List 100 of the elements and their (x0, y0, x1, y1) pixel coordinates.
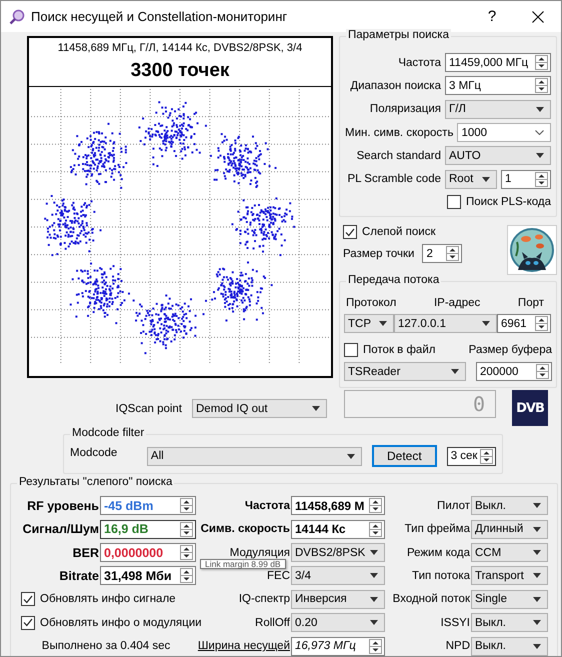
checkmark-icon (23, 618, 33, 628)
dropdown[interactable]: AUTO (445, 146, 551, 166)
spin-field[interactable]: 6961 (497, 314, 551, 334)
column-label: Порт (518, 297, 544, 310)
dropdown[interactable]: Выкл. (471, 496, 548, 516)
spin-field[interactable]: 16,973 МГц (291, 636, 385, 656)
spinner-arrows-icon (369, 522, 382, 537)
spinner-arrows-icon (180, 568, 193, 584)
checkbox[interactable]: Обновлять инфо сигнале (21, 592, 176, 606)
checkmark-icon (23, 594, 33, 604)
dropdown[interactable]: 3/4 (291, 566, 385, 586)
field-label: Тип потока (412, 570, 470, 582)
caret-icon (533, 620, 541, 626)
window-title: Поиск несущей и Constellation-мониторинг (31, 9, 288, 24)
caret-icon (536, 106, 544, 112)
caret-icon (451, 369, 459, 374)
field-label: Входной поток (392, 593, 470, 606)
dropdown[interactable]: TSReader (344, 362, 466, 382)
spinner-arrows-icon (536, 364, 549, 380)
dropdown[interactable]: Single (471, 590, 548, 609)
caret-icon (347, 454, 355, 459)
dropdown[interactable]: TCP (344, 314, 394, 334)
dropdown[interactable]: Инверсия (291, 590, 385, 609)
field-label: Размер буфера (468, 344, 552, 356)
spin-field[interactable]: 16,9 dB (100, 520, 196, 539)
dropdown[interactable]: Root (445, 170, 497, 189)
caret-icon (533, 644, 541, 649)
spin-field[interactable]: 31,498 Мби (100, 566, 196, 586)
dropdown[interactable]: Выкл. (471, 613, 548, 632)
column-label: Протокол (346, 297, 396, 310)
spin-field[interactable]: 200000 (476, 362, 552, 382)
caret-icon (533, 526, 541, 532)
checkbox[interactable]: Слепой поиск (343, 225, 462, 240)
caret-icon (533, 550, 541, 556)
field-label: Search standard (356, 150, 441, 162)
group-title: Передача потока (346, 274, 442, 286)
spin-field[interactable]: 14144 Кс (291, 520, 385, 539)
field-label: Сигнал/Шум (22, 522, 99, 536)
help-button[interactable]: ? (469, 1, 515, 32)
field-label: Мин. симв. скорость (345, 126, 454, 139)
field-label: ISSYI (440, 616, 470, 629)
caret-icon (370, 550, 378, 556)
spinner-arrows-icon (535, 316, 548, 332)
group-title: Результаты "слепого" поиска (17, 476, 174, 488)
checkbox[interactable]: Поток в файл (344, 343, 436, 358)
column-label: IP-адрес (434, 297, 480, 310)
field-label: RF уровень (27, 498, 99, 513)
field-label: Частота (244, 500, 290, 512)
caret-icon (379, 321, 387, 326)
caret-icon (370, 596, 378, 602)
status-text: Выполнено за 0.404 sec (42, 640, 170, 652)
detect-button[interactable]: Detect (372, 445, 437, 468)
spin-field[interactable]: 3 сек (446, 446, 496, 466)
close-icon (532, 10, 544, 22)
spin-field[interactable]: 0,0000000 (100, 543, 196, 562)
dropdown[interactable]: Demod IQ out (192, 399, 327, 418)
field-label: Диапазон поиска (350, 80, 441, 92)
checkbox[interactable]: Обновлять инфо о модуляции (21, 616, 202, 630)
caret-icon (482, 176, 490, 182)
spinner-arrows-icon (369, 498, 382, 514)
spinner-arrows-icon (369, 638, 382, 654)
spinner-arrows-icon (480, 448, 494, 464)
field-label: Тип фрейма (404, 523, 470, 536)
combo-field[interactable]: 1000 (457, 123, 551, 142)
caret-icon (482, 321, 490, 326)
dropdown[interactable]: DVBS2/8PSK (291, 543, 385, 562)
spin-field[interactable]: 11458,689 М (291, 496, 385, 516)
caret-icon (370, 573, 378, 578)
dvb-logo: DVB (512, 390, 548, 426)
dropdown[interactable]: Г/Л (445, 100, 551, 119)
dropdown[interactable]: Transport (471, 566, 548, 586)
dropdown[interactable]: CCM (471, 543, 548, 562)
link[interactable]: Ширина несущей (198, 640, 290, 652)
field-label: Симв. скорость (200, 523, 290, 536)
dropdown[interactable]: 127.0.0.1 (394, 314, 497, 334)
field-label: Bitrate (59, 568, 99, 583)
spin-field[interactable]: 1 (501, 170, 551, 189)
checkmark-icon (345, 228, 355, 237)
tooltip: Link margin 8.99 dB (200, 559, 286, 570)
caret-icon (536, 153, 544, 158)
caret-icon (312, 406, 320, 412)
caret-icon (533, 596, 541, 602)
display-digit: 0 (472, 392, 485, 416)
field-label: IQScan point (116, 402, 182, 415)
spinner-arrows-icon (535, 172, 548, 187)
dropdown[interactable]: Длинный (471, 520, 548, 539)
field-label: Пилот (437, 500, 470, 512)
spin-field[interactable]: -45 dBm (100, 496, 196, 516)
dropdown[interactable]: 0.20 (291, 613, 385, 632)
field-label: Размер точки (343, 248, 414, 260)
dropdown[interactable]: Выкл. (471, 636, 548, 656)
caret-icon (370, 620, 378, 626)
dropdown[interactable]: All (146, 446, 362, 466)
spinner-arrows-icon (180, 545, 193, 560)
spin-field[interactable]: 3 МГц (445, 76, 551, 96)
spin-field[interactable]: 2 (422, 244, 462, 264)
field-label: Modcode (70, 447, 118, 460)
spinner-arrows-icon (180, 498, 193, 514)
spin-field[interactable]: 11459,000 МГц (445, 53, 551, 72)
checkbox[interactable]: Поиск PLS-кода (446, 195, 551, 210)
